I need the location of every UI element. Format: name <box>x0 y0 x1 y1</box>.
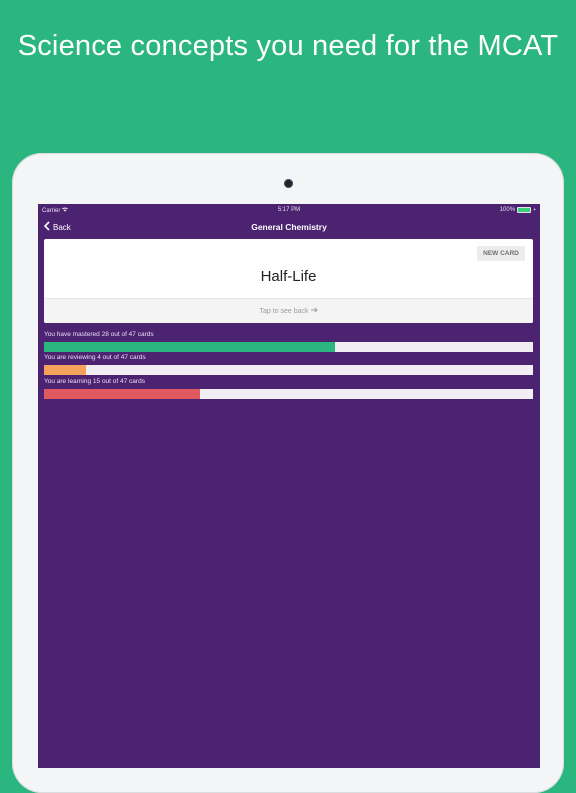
battery-icon <box>517 207 532 213</box>
learning-label: You are learning 15 out of 47 cards <box>44 378 145 385</box>
learning-progress-bar <box>44 389 533 399</box>
mastered-progress-fill <box>44 342 336 352</box>
new-card-button[interactable]: NEW CARD <box>477 246 525 261</box>
battery-group: 100% + <box>500 207 536 213</box>
mastered-progress-bar <box>44 342 533 352</box>
app-screen: Carrier 5:17 PM 100% + Back General Chem… <box>38 204 540 768</box>
reviewing-label: You are reviewing 4 out of 47 cards <box>44 354 146 361</box>
headline: Science concepts you need for the MCAT <box>17 30 559 62</box>
reviewing-progress-fill <box>44 365 86 375</box>
card-term: Half-Life <box>260 268 317 285</box>
flip-hint-label: Tap to see back <box>259 307 309 315</box>
flip-card-button[interactable]: Tap to see back <box>44 298 533 323</box>
learning-progress-fill <box>44 389 201 399</box>
camera-icon <box>284 179 293 188</box>
charging-icon: + <box>533 207 536 213</box>
status-bar: Carrier 5:17 PM 100% + <box>38 204 540 217</box>
battery-label: 100% <box>499 207 516 213</box>
nav-bar: Back General Chemistry <box>38 217 540 241</box>
arrow-right-icon <box>310 307 318 315</box>
mastered-label: You have mastered 28 out of 47 cards <box>44 331 154 338</box>
page-title: General Chemistry <box>251 222 327 232</box>
reviewing-progress-bar <box>44 365 533 375</box>
flashcard[interactable]: NEW CARD Half-Life Tap to see back <box>44 239 533 323</box>
clock: 5:17 PM <box>277 207 301 213</box>
